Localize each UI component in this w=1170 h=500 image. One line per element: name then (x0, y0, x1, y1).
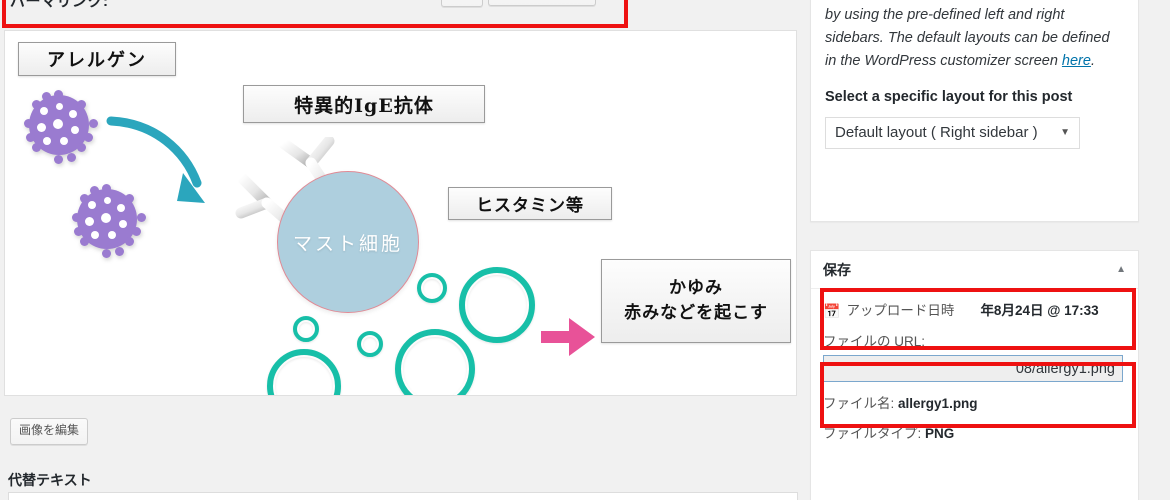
mast-cell-shape: マスト細胞 (277, 171, 419, 313)
histamine-granule-icon (357, 331, 383, 357)
file-url-value: 08/allergy1.png (1015, 360, 1115, 377)
layout-select-value: Default layout ( Right sidebar ) (835, 124, 1038, 142)
save-panel-title: 保存 (823, 261, 851, 278)
edit-image-button[interactable]: 画像を編集 (10, 418, 89, 445)
mast-cell-label: マスト細胞 (292, 232, 403, 255)
permalink-row: パーマリンク: allergie-2/allergy1-2 編集 短縮 URL … (0, 0, 806, 20)
calendar-icon: 📅 (823, 303, 841, 319)
alt-text-input[interactable] (8, 492, 798, 500)
diagram-label-ige-antibody: 特異的IgE抗体 (243, 85, 485, 123)
histamine-granule-icon (417, 273, 447, 303)
layout-description-end: . (1090, 52, 1095, 69)
allergy-mechanism-diagram: マスト細胞 アレルゲン 特異的IgE抗体 ヒスタミン等 かゆみ 赤みなどを起こす (5, 31, 796, 395)
layout-select[interactable]: Default layout ( Right sidebar ) ▼ (825, 116, 1080, 149)
media-edit-left-column: パーマリンク: allergie-2/allergy1-2 編集 短縮 URL … (0, 0, 806, 500)
upload-date-row: 📅 アップロード日時 年8月24日 @ 17:33 (811, 289, 1138, 326)
file-type-value: PNG (925, 426, 955, 441)
diagram-label-result: かゆみ 赤みなどを起こす (601, 259, 791, 343)
file-url-label: ファイルの URL: (823, 334, 926, 349)
file-type-label: ファイルタイプ: (823, 426, 922, 441)
chevron-up-icon[interactable]: ▲ (1116, 264, 1126, 275)
layout-select-label: Select a specific layout for this post (825, 88, 1073, 105)
histamine-granule-icon (395, 329, 475, 395)
teal-curved-arrow-icon (106, 116, 205, 203)
pink-arrow-icon (541, 318, 595, 356)
diagram-label-allergen: アレルゲン (18, 42, 176, 76)
save-panel-header[interactable]: 保存 ▲ (811, 251, 1138, 289)
histamine-granule-icon (293, 316, 319, 342)
result-line-1: かゆみ (669, 278, 723, 299)
file-name-value: allergy1.png (898, 396, 978, 411)
upload-date-label: アップロード日時 (846, 303, 955, 318)
save-panel: 保存 ▲ 📅 アップロード日時 年8月24日 @ 17:33 ファイルの URL: … (810, 250, 1139, 500)
histamine-granule-icon (459, 267, 535, 343)
customizer-here-link[interactable]: here (1062, 53, 1091, 69)
chevron-down-icon: ▼ (1060, 127, 1070, 139)
upload-date-value: 年8月24日 @ 17:33 (980, 303, 1099, 318)
image-preview-panel[interactable]: マスト細胞 アレルゲン 特異的IgE抗体 ヒスタミン等 かゆみ 赤みなどを起こす (4, 30, 797, 396)
diagram-label-histamine: ヒスタミン等 (448, 187, 612, 220)
allergen-particle-icon (24, 90, 98, 164)
edit-slug-button[interactable]: 編集 (441, 0, 484, 7)
histamine-granule-icon (267, 349, 341, 395)
file-name-row: ファイル名: allergy1.png (811, 382, 1138, 412)
alt-text-label: 代替テキスト (8, 472, 92, 488)
file-name-label: ファイル名: (823, 396, 895, 411)
layout-options-panel: Default posts layout is set to : Right s… (810, 0, 1139, 222)
result-line-2: 赤みなどを起こす (624, 303, 768, 323)
permalink-label: パーマリンク: (10, 0, 109, 10)
media-edit-sidebar: Default posts layout is set to : Right s… (810, 0, 1140, 500)
get-shortlink-button[interactable]: 短縮 URL を取得 (488, 0, 597, 6)
layout-description: You can define a specific layout for thi… (811, 0, 1138, 73)
file-type-row: ファイルタイプ: PNG (811, 412, 1138, 442)
file-url-input[interactable]: 08/allergy1.png (823, 355, 1123, 382)
